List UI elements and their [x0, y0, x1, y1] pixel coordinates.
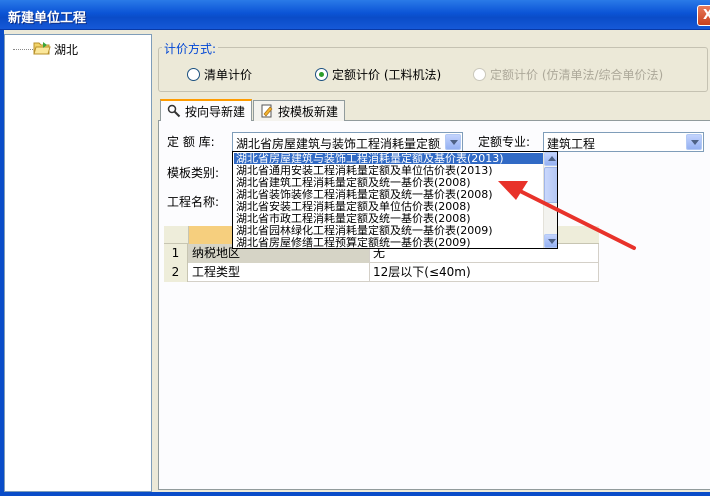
quota-library-label: 定 额 库:	[167, 135, 215, 149]
chevron-down-icon[interactable]	[686, 134, 702, 150]
tab-wizard-new[interactable]: 按向导新建	[160, 99, 253, 121]
dropdown-option[interactable]: 湖北省房屋修缮工程预算定额统一基价表(2009)	[234, 237, 544, 248]
quota-major-label: 定额专业:	[478, 135, 531, 149]
scroll-down-icon[interactable]	[544, 234, 557, 248]
radio-quota-pricing[interactable]: 定额计价 (工料机法)	[315, 66, 441, 83]
title-bar: 新建单位工程 X	[0, 0, 710, 30]
scrollbar-thumb[interactable]	[544, 167, 557, 203]
radio-list-pricing[interactable]: 清单计价	[187, 66, 252, 83]
row-number: 2	[164, 263, 188, 282]
property-value[interactable]: 12层以下(≤40m)	[370, 263, 599, 282]
window-frame-bottom	[0, 492, 710, 496]
radio-label: 定额计价 (仿清单法/综合单价法)	[490, 68, 664, 82]
chevron-down-icon[interactable]	[445, 134, 461, 150]
quota-library-value: 湖北省房屋建筑与装饰工程消耗量定额及基价表(2013)	[236, 137, 441, 151]
radio-button	[473, 68, 486, 81]
dropdown-option[interactable]: 湖北省园林绿化工程消耗量定额及统一基价表(2009)	[234, 225, 544, 236]
radio-button[interactable]	[187, 68, 200, 81]
tree-item-hubei[interactable]: 湖北	[54, 41, 78, 58]
region-tree[interactable]: 湖北	[4, 34, 152, 492]
close-button[interactable]: X	[697, 5, 710, 26]
dropdown-option[interactable]: 湖北省安装工程消耗量定额及单位估价表(2008)	[234, 201, 544, 212]
property-name: 工程类型	[188, 263, 370, 282]
quota-major-select[interactable]: 建筑工程	[543, 132, 704, 152]
dropdown-option[interactable]: 湖北省装饰装修工程消耗量定额及统一基价表(2008)	[234, 189, 544, 200]
row-number: 1	[164, 244, 188, 263]
radio-button[interactable]	[315, 68, 328, 81]
tab-label: 按向导新建	[185, 104, 246, 119]
window-title: 新建单位工程	[8, 11, 87, 26]
quota-library-select[interactable]: 湖北省房屋建筑与装饰工程消耗量定额及基价表(2013)	[232, 132, 463, 152]
template-type-label: 模板类别:	[167, 166, 220, 180]
dropdown-option[interactable]: 湖北省市政工程消耗量定额及统一基价表(2008)	[234, 213, 544, 224]
radio-label: 定额计价 (工料机法)	[332, 68, 442, 82]
dropdown-scrollbar[interactable]	[543, 152, 557, 248]
radio-label: 清单计价	[204, 68, 253, 82]
dropdown-option[interactable]: 湖北省房屋建筑与装饰工程消耗量定额及基价表(2013)	[234, 153, 544, 164]
scroll-up-icon[interactable]	[544, 152, 557, 166]
dropdown-option[interactable]: 湖北省通用安装工程消耗量定额及单位估价表(2013)	[234, 165, 544, 176]
quota-major-value: 建筑工程	[547, 137, 596, 151]
pricing-method-legend: 计价方式:	[162, 40, 219, 57]
tree-connector	[13, 40, 33, 50]
radio-quota-pricing-alt: 定额计价 (仿清单法/综合单价法)	[473, 66, 663, 83]
table-row[interactable]: 2 工程类型 12层以下(≤40m)	[164, 263, 599, 282]
template-icon	[261, 104, 273, 118]
open-folder-icon	[33, 42, 51, 55]
quota-library-dropdown-list[interactable]: 湖北省房屋建筑与装饰工程消耗量定额及基价表(2013) 湖北省通用安装工程消耗量…	[232, 151, 558, 249]
tab-template-new[interactable]: 按模板新建	[253, 100, 346, 121]
dropdown-option[interactable]: 湖北省建筑工程消耗量定额及统一基价表(2008)	[234, 177, 544, 188]
project-name-label: 工程名称:	[167, 195, 220, 209]
tab-label: 按模板新建	[278, 104, 339, 119]
wizard-icon	[167, 104, 181, 118]
